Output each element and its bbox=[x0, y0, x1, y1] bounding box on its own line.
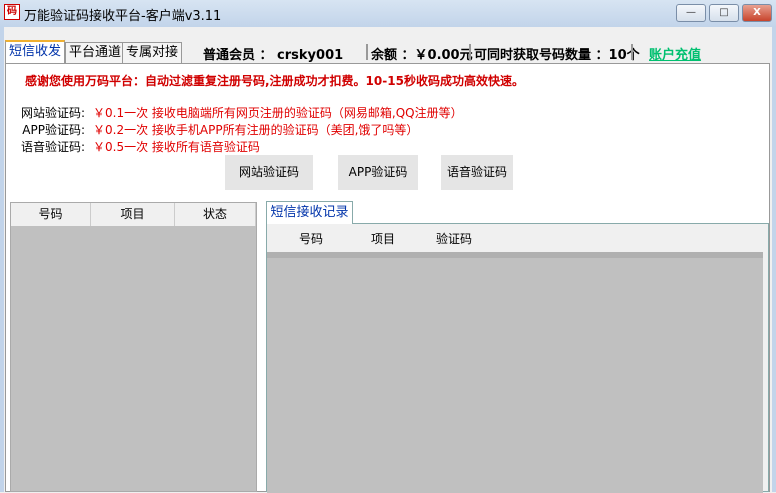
divider bbox=[366, 44, 368, 60]
sms-record-list[interactable] bbox=[267, 252, 763, 493]
price-label-app: APP验证码: bbox=[22, 123, 85, 137]
price-desc-web: ￥0.1一次 接收电脑端所有网页注册的验证码（网易邮箱,QQ注册等） bbox=[93, 106, 463, 120]
recharge-link[interactable]: 账户充值 bbox=[649, 44, 701, 63]
price-label-web: 网站验证码: bbox=[20, 106, 85, 120]
window-title: 万能验证码接收平台-客户端v3.11 bbox=[24, 9, 222, 24]
column-header-project: 项目 bbox=[371, 232, 396, 246]
column-header-status[interactable]: 状态 bbox=[175, 203, 256, 226]
member-info: 普通会员 ： crsky001 bbox=[203, 48, 344, 63]
close-button[interactable]: X bbox=[742, 4, 772, 22]
minimize-button[interactable]: — bbox=[676, 4, 706, 22]
price-desc-app: ￥0.2一次 接收手机APP所有注册的验证码（美团,饿了吗等） bbox=[93, 123, 419, 137]
tab-exclusive[interactable]: 专属对接 bbox=[122, 42, 183, 63]
divider bbox=[631, 44, 633, 60]
column-header-code: 验证码 bbox=[436, 232, 473, 246]
sms-record-panel: 号码 项目 验证码 bbox=[266, 223, 769, 493]
column-header-number: 号码 bbox=[299, 232, 324, 246]
price-desc-voice: ￥0.5一次 接收所有语音验证码 bbox=[93, 140, 260, 154]
notice-text: 感谢您使用万码平台：自动过滤重复注册号码,注册成功才扣费。10-15秒收码成功高… bbox=[25, 74, 524, 88]
tab-sms-records[interactable]: 短信接收记录 bbox=[266, 201, 353, 224]
price-label-voice: 语音验证码: bbox=[20, 140, 85, 154]
tab-sms[interactable]: 短信收发 bbox=[5, 40, 66, 63]
tab-platform-channel[interactable]: 平台通道 bbox=[65, 42, 126, 63]
balance: 余额 ：￥0.00元 bbox=[371, 48, 473, 63]
title-bar: 码 万能验证码接收平台-客户端v3.11 — □ X bbox=[0, 0, 776, 27]
maximize-button[interactable]: □ bbox=[709, 4, 739, 22]
app-code-button[interactable]: APP验证码 bbox=[338, 155, 418, 190]
column-header-project[interactable]: 项目 bbox=[91, 203, 175, 226]
voice-code-button[interactable]: 语音验证码 bbox=[441, 155, 513, 190]
number-table[interactable]: 号码 项目 状态 bbox=[10, 202, 257, 492]
max-numbers: 可同时获取号码数量 ：10个 bbox=[474, 48, 640, 63]
column-header-number[interactable]: 号码 bbox=[11, 203, 91, 226]
app-logo-icon: 码 bbox=[4, 4, 20, 20]
divider bbox=[469, 44, 471, 60]
web-code-button[interactable]: 网站验证码 bbox=[225, 155, 313, 190]
